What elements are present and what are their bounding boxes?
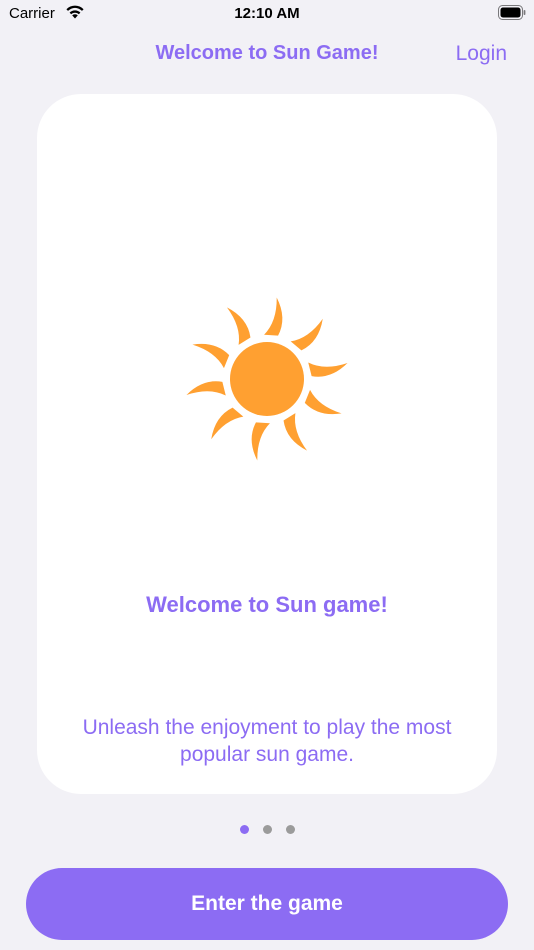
card-title: Welcome to Sun game! <box>146 592 388 617</box>
status-bar: Carrier 12:10 AM <box>0 0 534 30</box>
sun-ray <box>290 318 323 351</box>
sun-ray <box>226 307 251 345</box>
sun-ray <box>264 297 283 336</box>
login-button[interactable]: Login <box>456 42 507 66</box>
sun-ray <box>192 343 230 369</box>
page-title: Welcome to Sun Game! <box>155 42 379 64</box>
page-dot-2[interactable] <box>262 825 272 834</box>
sun-ray <box>211 407 244 440</box>
onboarding-card[interactable]: Welcome to Sun game! Unleash the enjoyme… <box>37 94 497 794</box>
sun-ray <box>308 362 348 377</box>
clock-time: 12:10 AM <box>234 5 300 22</box>
page-dot-3[interactable] <box>285 825 295 834</box>
sun-ray <box>186 381 226 396</box>
sun-ray <box>251 422 270 461</box>
page-dot-1[interactable] <box>239 825 249 834</box>
enter-game-button[interactable]: Enter the game <box>26 868 508 940</box>
battery-icon <box>498 5 526 20</box>
sun-icon <box>186 297 348 461</box>
sun-ray <box>304 389 342 415</box>
card-subtitle: Unleash the enjoyment to play the most p… <box>82 716 452 766</box>
page-indicator[interactable] <box>0 825 534 837</box>
sun-ray <box>283 413 308 451</box>
